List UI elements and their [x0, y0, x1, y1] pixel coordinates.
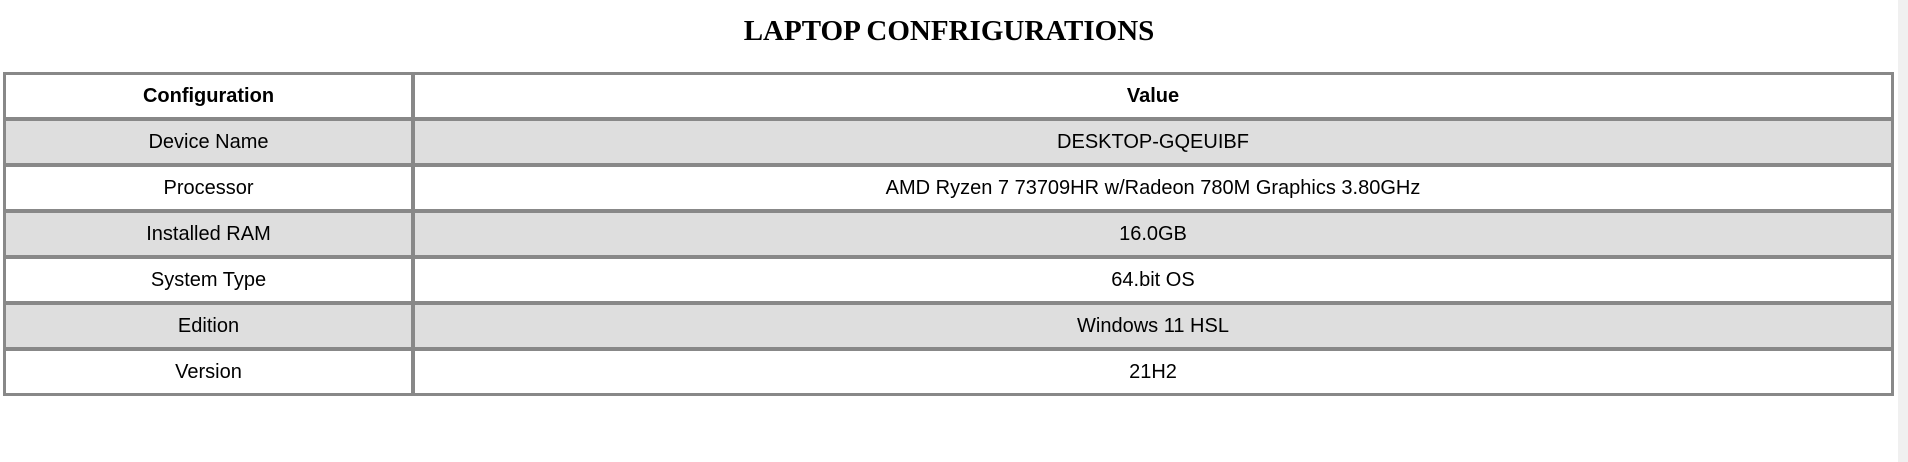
column-header-configuration: Configuration: [6, 75, 415, 121]
config-name-cell: Version: [6, 351, 415, 393]
table-row: Processor AMD Ryzen 7 73709HR w/Radeon 7…: [6, 167, 1891, 213]
configuration-table: Configuration Value Device Name DESKTOP-…: [3, 72, 1894, 396]
config-name-cell: System Type: [6, 259, 415, 305]
vertical-scrollbar[interactable]: [1898, 0, 1908, 462]
config-name-cell: Device Name: [6, 121, 415, 167]
config-value-cell: DESKTOP-GQEUIBF: [415, 121, 1891, 167]
table-row: Device Name DESKTOP-GQEUIBF: [6, 121, 1891, 167]
page-title: LAPTOP CONFRIGURATIONS: [743, 15, 1155, 47]
config-name-cell: Installed RAM: [6, 213, 415, 259]
table-row: Version 21H2: [6, 351, 1891, 393]
config-value-cell: 21H2: [415, 351, 1891, 393]
table-header-row: Configuration Value: [6, 75, 1891, 121]
table-row: System Type 64.bit OS: [6, 259, 1891, 305]
column-header-value: Value: [415, 75, 1891, 121]
config-value-cell: 64.bit OS: [415, 259, 1891, 305]
config-value-cell: Windows 11 HSL: [415, 305, 1891, 351]
config-value-cell: AMD Ryzen 7 73709HR w/Radeon 780M Graphi…: [415, 167, 1891, 213]
config-name-cell: Processor: [6, 167, 415, 213]
config-name-cell: Edition: [6, 305, 415, 351]
table-row: Installed RAM 16.0GB: [6, 213, 1891, 259]
config-value-cell: 16.0GB: [415, 213, 1891, 259]
table-row: Edition Windows 11 HSL: [6, 305, 1891, 351]
